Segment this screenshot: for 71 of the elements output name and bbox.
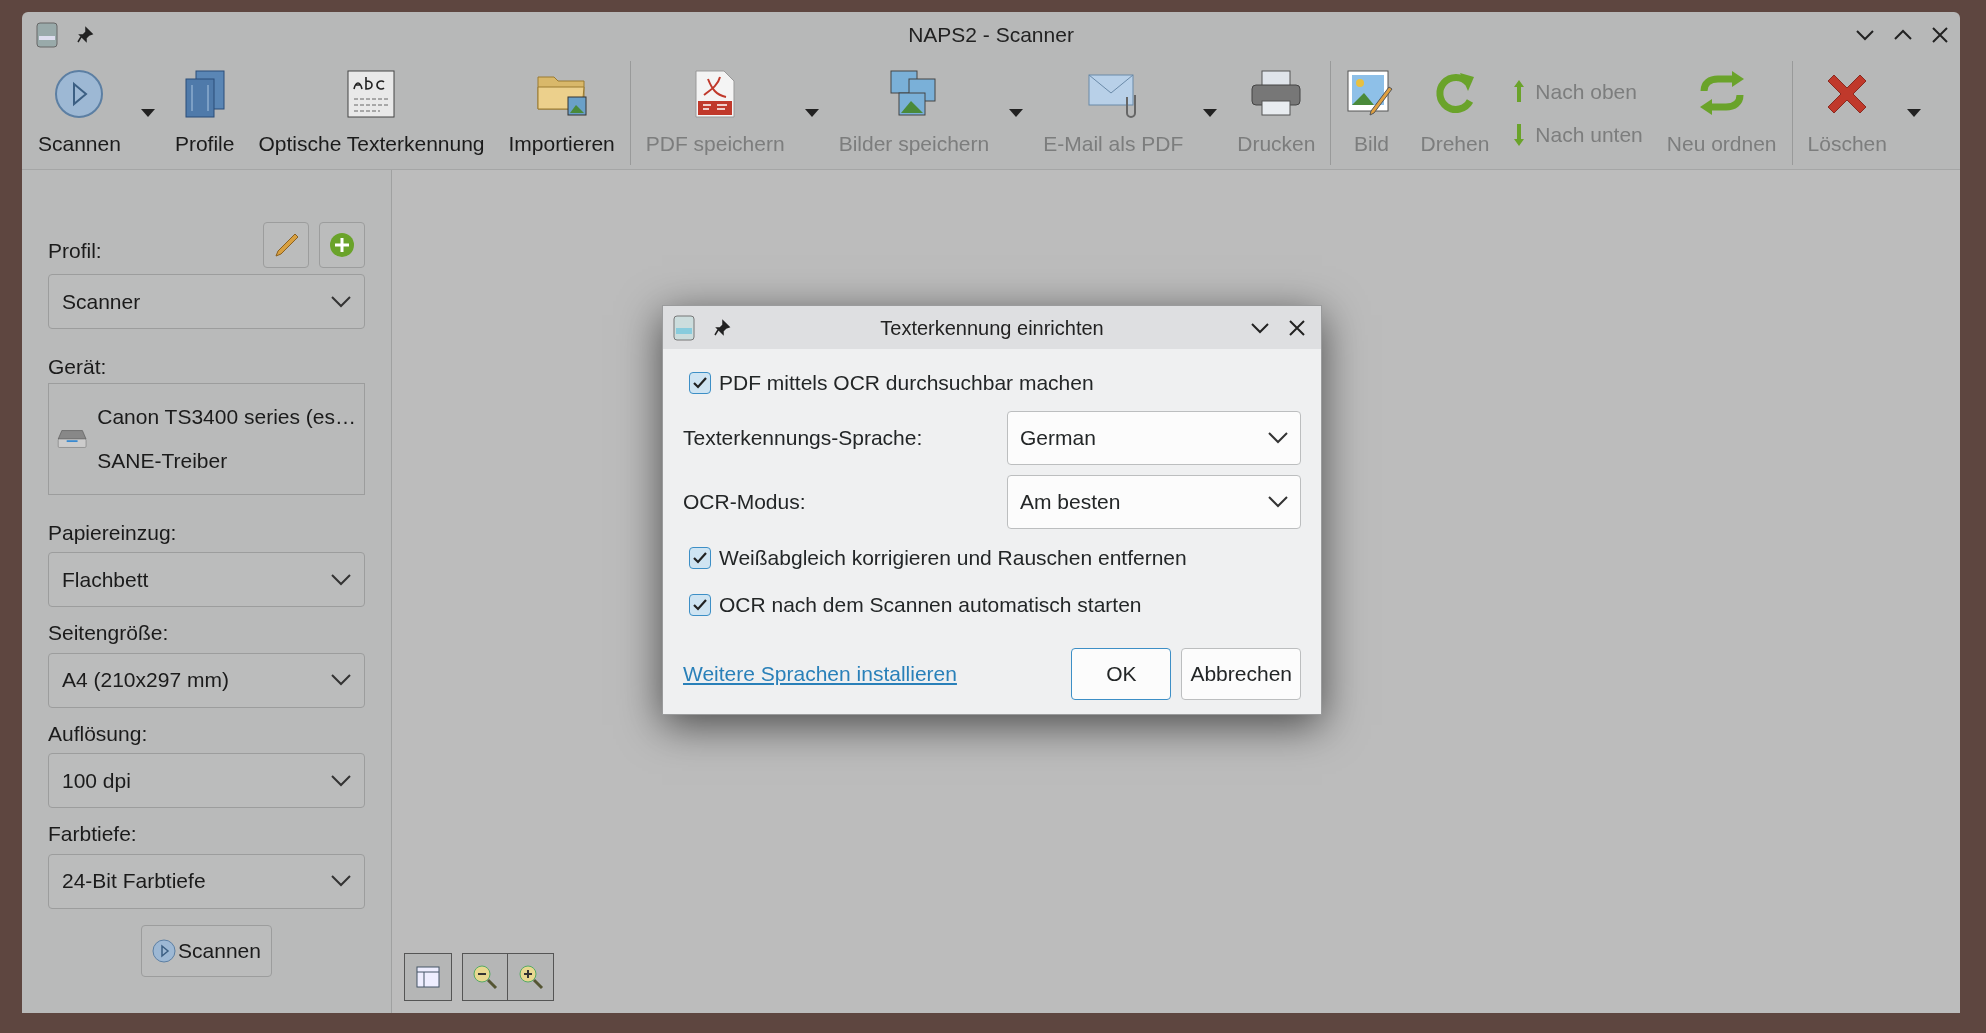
minimize-icon[interactable] xyxy=(1251,321,1269,334)
dialog-button[interactable]: OK xyxy=(1071,648,1172,700)
toolbar-button[interactable]: Optische Texterkennung xyxy=(246,57,497,169)
scanner-icon xyxy=(671,313,697,342)
chevron-down-icon xyxy=(1268,432,1288,444)
chevron-down-icon xyxy=(331,573,351,586)
scanner-icon xyxy=(34,20,60,49)
checkmark-icon xyxy=(693,551,707,564)
close-icon[interactable] xyxy=(1932,26,1948,43)
zoom-in-icon xyxy=(517,964,544,990)
field-label: Auflösung: xyxy=(48,720,149,747)
minimize-icon[interactable] xyxy=(1856,28,1874,41)
field-label: OCR-Modus: xyxy=(683,489,806,516)
device-panel[interactable]: Canon TS3400 series (es… SANE-Treiber xyxy=(48,382,365,495)
zoom-out-icon xyxy=(472,964,498,990)
checkbox-label: PDF mittels OCR durchsuchbar machen xyxy=(719,369,1094,396)
dialog-button[interactable]: Abbrechen xyxy=(1181,648,1301,700)
pictures-icon xyxy=(888,69,939,119)
maximize-icon[interactable] xyxy=(1894,28,1912,41)
pin-icon[interactable] xyxy=(713,318,731,337)
arrow-up-icon xyxy=(1513,79,1526,104)
caret-icon[interactable] xyxy=(140,109,155,117)
pdf-file-icon xyxy=(694,69,737,119)
printer-icon xyxy=(1250,69,1303,119)
field-label: Gerät: xyxy=(48,354,108,380)
dropdown[interactable]: 100 dpi xyxy=(48,753,365,808)
chevron-down-icon xyxy=(331,295,351,308)
field-label: Profil: xyxy=(48,237,102,264)
field-label: Texterkennungs-Sprache: xyxy=(683,425,923,452)
pencil-icon xyxy=(273,232,299,258)
dropdown[interactable]: Scanner xyxy=(48,274,365,329)
toolbar-button[interactable]: Profile xyxy=(162,57,247,169)
zoom-out-button[interactable] xyxy=(462,953,508,1001)
play-circle-icon xyxy=(54,69,105,119)
chevron-down-icon xyxy=(331,875,351,887)
arrow-down-icon xyxy=(1513,122,1526,147)
device-driver: SANE-Treiber xyxy=(97,447,229,474)
checkbox-label: OCR nach dem Scannen automatisch starten xyxy=(719,591,1142,618)
chevron-down-icon xyxy=(331,774,351,787)
field-label: Farbtiefe: xyxy=(48,821,138,847)
dropdown[interactable]: Flachbett xyxy=(48,552,365,607)
dropdown[interactable]: A4 (210x297 mm) xyxy=(48,652,365,708)
dropdown[interactable]: Am besten xyxy=(1007,475,1301,529)
panel-icon xyxy=(416,966,440,988)
dialog-title: Texterkennung einrichten xyxy=(880,315,1104,341)
install-languages-link[interactable]: Weitere Sprachen installieren xyxy=(683,658,957,690)
pin-icon[interactable] xyxy=(76,25,94,44)
text-page-icon xyxy=(346,69,397,119)
layout-toggle-button[interactable] xyxy=(404,953,452,1001)
dropdown[interactable]: German xyxy=(1007,411,1301,465)
checkbox[interactable] xyxy=(689,546,711,569)
toolbar-button[interactable]: Importieren xyxy=(496,57,627,169)
checkmark-icon xyxy=(693,598,707,611)
scan-button[interactable]: Scannen xyxy=(141,924,272,977)
close-icon[interactable] xyxy=(1289,319,1305,336)
toolbar-button[interactable]: Scannen xyxy=(26,57,133,169)
window-title: NAPS2 - Scanner xyxy=(908,21,1074,48)
play-circle-icon xyxy=(152,938,177,963)
checkbox-label: Weißabgleich korrigieren und Rauschen entfernen xyxy=(719,544,1187,571)
dropdown[interactable]: 24-Bit Farbtiefe xyxy=(48,853,365,909)
plus-circle-icon xyxy=(329,232,355,258)
checkbox[interactable] xyxy=(689,593,711,616)
zoom-in-button[interactable] xyxy=(508,953,554,1001)
chevron-down-icon xyxy=(1268,496,1288,508)
device-name: Canon TS3400 series (es… xyxy=(97,404,356,430)
field-label: Seitengröße: xyxy=(48,620,170,646)
chevron-down-icon xyxy=(331,674,351,686)
add-profile-button[interactable] xyxy=(319,222,365,268)
checkmark-icon xyxy=(693,376,707,389)
checkbox[interactable] xyxy=(689,371,711,394)
field-label: Papiereinzug: xyxy=(48,519,178,546)
